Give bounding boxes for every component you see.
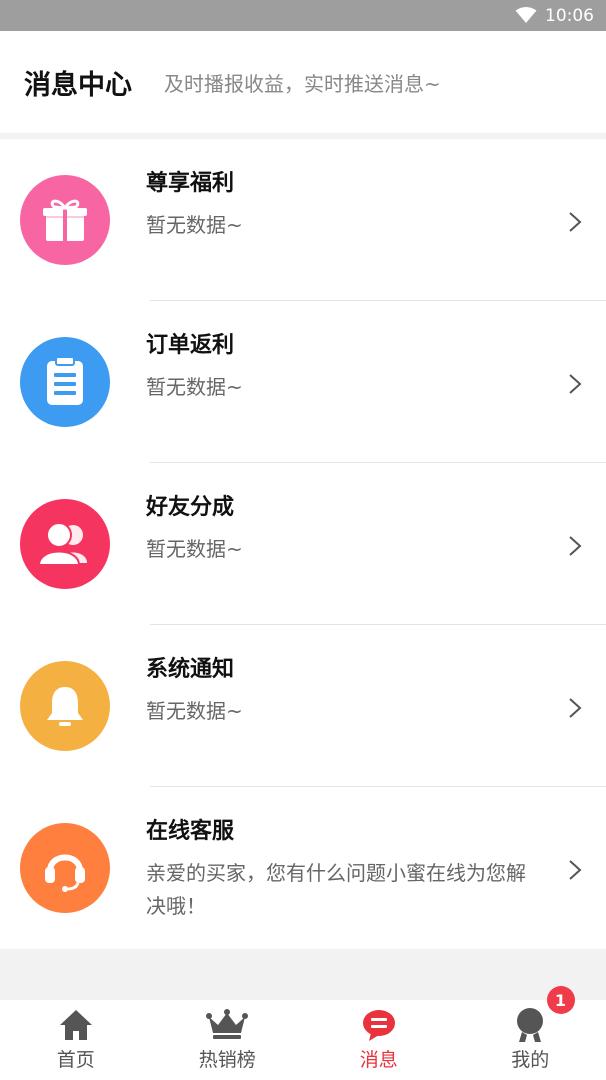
message-item-title: 在线客服 <box>146 819 235 844</box>
wifi-icon <box>515 7 537 24</box>
chevron-right-icon <box>568 697 582 723</box>
tab-home-label: 首页 <box>56 1049 95 1071</box>
tab-hot[interactable]: 热销榜 <box>152 1000 304 1080</box>
tab-hot-label: 热销榜 <box>198 1049 256 1071</box>
message-item-order-rebate[interactable]: 订单返利 暂无数据~ <box>0 301 606 463</box>
message-item-welfare[interactable]: 尊享福利 暂无数据~ <box>0 139 606 301</box>
message-item-desc: 暂无数据~ <box>146 537 243 561</box>
tab-mine-label: 我的 <box>511 1049 550 1071</box>
message-item-desc: 暂无数据~ <box>146 699 243 723</box>
tab-messages[interactable]: 消息 <box>303 1000 455 1080</box>
tab-mine[interactable]: 我的 1 <box>455 986 606 1080</box>
message-bubble-icon <box>361 1007 397 1043</box>
headset-icon <box>20 823 110 913</box>
status-time: 10:06 <box>545 5 594 26</box>
page-header: 消息中心 及时播报收益，实时推送消息~ <box>0 31 606 133</box>
clipboard-icon <box>20 337 110 427</box>
message-item-title: 订单返利 <box>146 333 235 358</box>
crown-icon <box>206 1007 249 1043</box>
message-item-title: 好友分成 <box>146 495 235 520</box>
message-item-system-notice[interactable]: 系统通知 暂无数据~ <box>0 625 606 787</box>
chevron-right-icon <box>568 535 582 561</box>
notification-badge: 1 <box>546 986 575 1014</box>
status-bar: 10:06 <box>0 0 606 31</box>
bottom-tab-bar: 首页 热销榜 消息 我的 1 <box>0 986 606 1080</box>
chevron-right-icon <box>568 859 582 885</box>
user-icon <box>513 1007 547 1043</box>
chevron-right-icon <box>568 373 582 399</box>
home-icon <box>58 1007 94 1043</box>
tab-home[interactable]: 首页 <box>0 1000 152 1080</box>
message-item-title: 系统通知 <box>146 657 235 682</box>
message-item-desc: 暂无数据~ <box>146 213 243 237</box>
message-list: 尊享福利 暂无数据~ 订单返利 暂无数据~ 好友分成 暂无数据~ 系统通知 暂无… <box>0 139 606 949</box>
message-item-online-service[interactable]: 在线客服 亲爱的买家，您有什么问题小蜜在线为您解决哦！ <box>0 787 606 949</box>
bell-icon <box>20 661 110 751</box>
chevron-right-icon <box>568 211 582 237</box>
message-item-title: 尊享福利 <box>146 171 235 196</box>
page-title: 消息中心 <box>24 69 132 101</box>
gift-icon <box>20 175 110 265</box>
page-subtitle: 及时播报收益，实时推送消息~ <box>164 71 441 96</box>
tab-messages-label: 消息 <box>359 1049 398 1071</box>
message-item-desc: 亲爱的买家，您有什么问题小蜜在线为您解决哦！ <box>146 861 526 918</box>
message-item-friend-share[interactable]: 好友分成 暂无数据~ <box>0 463 606 625</box>
friends-icon <box>20 499 110 589</box>
message-item-desc: 暂无数据~ <box>146 375 243 399</box>
